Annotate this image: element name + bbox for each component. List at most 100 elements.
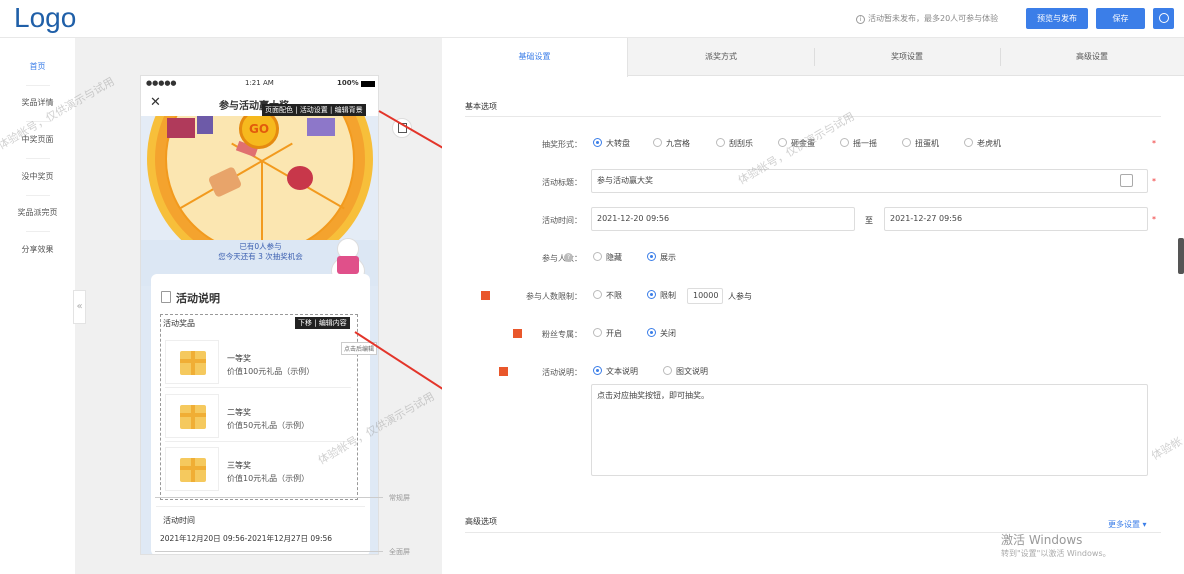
tab-advanced[interactable]: 高级设置 [1000, 38, 1184, 76]
help-icon[interactable]: ? [564, 253, 573, 262]
activity-time-value: 2021年12月20日 09:56-2021年12月27日 09:56 [160, 534, 333, 543]
divider [26, 85, 50, 86]
snowman-scarf [337, 256, 359, 274]
sidebar-item-share[interactable]: 分享效果 [0, 244, 75, 255]
normal-screen-line [155, 497, 383, 498]
prize-gift-icon [165, 394, 219, 438]
question-circle-icon [1158, 13, 1169, 23]
prize-box-icon [307, 118, 335, 136]
radio-image-desc[interactable]: 图文说明 [663, 366, 708, 377]
edit-background-button[interactable]: 编辑背景 [335, 106, 363, 114]
settings-tabs: 基础设置 派奖方式 奖项设置 高级设置 [442, 38, 1184, 77]
divider [26, 158, 50, 159]
radio-scratch[interactable]: 刮刮乐 [716, 138, 753, 149]
collapse-sidebar-button[interactable]: « [73, 290, 86, 324]
divider [26, 231, 50, 232]
tab-award-method[interactable]: 派奖方式 [628, 38, 814, 76]
basic-section-title: 基本选项 [465, 102, 497, 111]
required-mark: * [1152, 139, 1156, 148]
sidebar-item-prize-detail[interactable]: 奖品详情 [0, 97, 75, 108]
prize-pouch-icon [207, 166, 243, 198]
preview-publish-button[interactable]: 预览与发布 [1026, 8, 1088, 29]
prize-gift-icon [287, 166, 313, 190]
prize-toolbar: 下移 | 编辑内容 [295, 317, 350, 329]
help-button[interactable] [1153, 8, 1174, 29]
sidebar-item-prize-out-page[interactable]: 奖品派完页 [0, 207, 75, 218]
page-color-button[interactable]: 页面配色 [265, 106, 293, 114]
draw-form-label: 抽奖形式： [542, 140, 582, 149]
radio-wheel[interactable]: 大转盘 [593, 138, 630, 149]
start-time-input[interactable]: 2021-12-20 09:56 [591, 207, 855, 231]
tab-basic[interactable]: 基础设置 [442, 38, 628, 77]
divider [465, 116, 1161, 117]
radio-limit[interactable]: 限制 [647, 290, 676, 301]
divider [165, 441, 351, 442]
activity-time-label: 活动时间 [163, 516, 195, 525]
document-icon [161, 291, 171, 303]
prize-name: 三等奖 [227, 461, 251, 470]
radio-capsule[interactable]: 扭蛋机 [902, 138, 939, 149]
prize-box-icon [197, 116, 213, 134]
sidebar-item-home[interactable]: 首页 [0, 61, 75, 72]
prizes-label: 活动奖品 [163, 319, 195, 328]
page-toolbar: 页面配色 | 活动设置 | 编辑背景 [262, 104, 366, 116]
phone-status-bar: ●●●●● 1:21 AM 100% [141, 76, 378, 92]
divider [165, 387, 351, 388]
radio-no-limit[interactable]: 不限 [593, 290, 622, 301]
prize-gift-icon [165, 447, 219, 491]
end-time-input[interactable]: 2021-12-27 09:56 [884, 207, 1148, 231]
description-textarea[interactable]: 点击对应抽奖按钮，即可抽奖。 [591, 384, 1148, 476]
sidebar-item-win-page[interactable]: 中奖页面 [0, 134, 75, 145]
radio-hide-count[interactable]: 隐藏 [593, 252, 622, 263]
limit-input[interactable]: 10000 [687, 288, 723, 304]
radio-shake[interactable]: 摇一摇 [840, 138, 877, 149]
fans-label: 粉丝专属： [542, 330, 582, 339]
required-mark: * [1152, 215, 1156, 224]
radio-fans-off[interactable]: 关闭 [647, 328, 676, 339]
emoji-icon[interactable] [1120, 174, 1133, 187]
info-icon: i [856, 15, 865, 24]
divider [26, 121, 50, 122]
prize-name: 二等奖 [227, 408, 251, 417]
activity-settings-button[interactable]: 活动设置 [300, 106, 328, 114]
description-label: 活动说明： [542, 368, 582, 377]
time-label: 活动时间： [542, 216, 582, 225]
prize-value: 价值10元礼品（示例） [227, 474, 310, 483]
top-bar: Logo i 活动暂未发布，最多20人可参与体验 预览与发布 保存 [0, 0, 1184, 38]
activation-title: 激活 Windows [1001, 533, 1083, 547]
save-button[interactable]: 保存 [1096, 8, 1145, 29]
activity-description-card: 活动说明 活动奖品 下移 | 编辑内容 点击后编辑 一等奖 价值100元礼品（示… [151, 274, 378, 554]
divider [156, 506, 365, 507]
radio-egg[interactable]: 砸金蛋 [778, 138, 815, 149]
prize-value: 价值50元礼品（示例） [227, 421, 310, 430]
edit-content-button[interactable]: 编辑内容 [319, 319, 347, 327]
full-screen-line [155, 551, 383, 552]
radio-slot[interactable]: 老虎机 [964, 138, 1001, 149]
prize-name: 一等奖 [227, 354, 251, 363]
close-icon[interactable]: ✕ [150, 95, 161, 110]
prize-box-icon [167, 118, 195, 138]
wheel-game[interactable]: GO 已有0人参与 您今天还有 3 次抽奖机会 [141, 116, 378, 286]
limit-suffix: 人参与 [728, 292, 752, 301]
signal-indicator: ●●●●● [146, 79, 177, 87]
notice-text: 活动暂未发布，最多20人可参与体验 [868, 14, 999, 23]
title-input[interactable]: 参与活动赢大奖 [591, 169, 1148, 193]
title-label: 活动标题： [542, 178, 582, 187]
status-time: 1:21 AM [245, 79, 274, 87]
move-down-button[interactable]: 下移 [298, 319, 312, 327]
radio-fans-on[interactable]: 开启 [593, 328, 622, 339]
sidebar-item-lose-page[interactable]: 没中奖页 [0, 171, 75, 182]
activation-hint: 转到"设置"以激活 Windows。 [1001, 549, 1111, 558]
prize-gift-icon [165, 340, 219, 384]
normal-screen-label: 常规屏 [389, 494, 410, 502]
divider [26, 195, 50, 196]
radio-grid[interactable]: 九宫格 [653, 138, 690, 149]
radio-show-count[interactable]: 展示 [647, 252, 676, 263]
full-screen-label: 全面屏 [389, 548, 410, 556]
more-settings-link[interactable]: 更多设置 ▾ [1108, 519, 1147, 530]
limit-label: 参与人数限制： [526, 292, 582, 301]
radio-text-desc[interactable]: 文本说明 [593, 366, 638, 377]
logo[interactable]: Logo [14, 2, 76, 34]
side-handle[interactable] [1178, 238, 1184, 274]
tab-prize-settings[interactable]: 奖项设置 [814, 38, 1000, 76]
